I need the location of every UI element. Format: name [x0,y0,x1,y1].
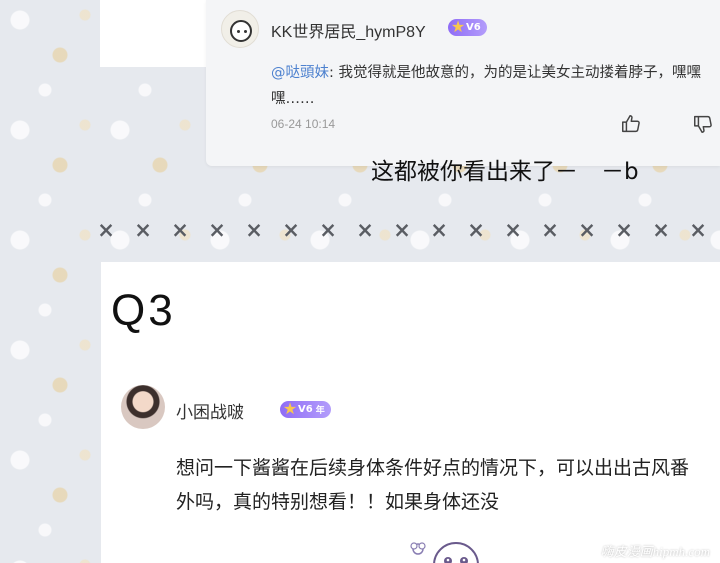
reply-body: : 我觉得就是他故意的，为的是让美女主动搂着脖子，嘿嘿嘿…… [271,65,701,107]
thumbs-up-icon[interactable] [620,113,642,135]
separator-mark: × [615,218,633,242]
separator-mark: × [541,218,559,242]
level-badge: ★ V6 [448,17,487,36]
avatar-face-icon [230,20,252,42]
mention-link[interactable]: @哒頭妹 [271,65,329,81]
separator-mark: × [208,218,226,242]
separator-row: × × × × × × × × × × × × × × × × × [96,218,720,242]
separator-mark: × [319,218,337,242]
eye-icon [237,30,240,33]
separator-mark: × [171,218,189,242]
separator-mark: × [282,218,300,242]
reply-comment-text: @哒頭妹: 我觉得就是他故意的，为的是让美女主动搂着脖子，嘿嘿嘿…… [271,60,711,112]
separator-mark: × [652,218,670,242]
question-user-avatar[interactable] [121,385,165,429]
year-tag: 年 [315,406,325,416]
separator-mark: × [689,218,707,242]
cartoon-sticker-icon [410,542,479,563]
separator-mark: × [97,218,115,242]
level-label: V6 [298,404,313,415]
site-watermark: 嗨皮漫画hipmh.com [600,544,710,559]
thumbs-down-icon[interactable] [692,113,714,135]
separator-mark: × [578,218,596,242]
user-avatar[interactable] [221,10,259,48]
comment-timestamp: 06-24 10:14 [271,117,336,131]
separator-mark: × [467,218,485,242]
question-comment-text: 想问一下酱酱在后续身体条件好点的情况下，可以出出古风番外吗，真的特别想看！！如果… [176,457,690,513]
author-caption: 这都被你看出来了－ －b [371,159,639,185]
star-icon: ★ [282,399,298,418]
separator-mark: × [504,218,522,242]
separator-mark: × [393,218,411,242]
separator-mark: × [245,218,263,242]
question-title: Q3 [111,286,176,335]
separator-mark: × [356,218,374,242]
eye-icon [244,30,247,33]
level-label: V6 [466,22,481,33]
question-username[interactable]: 小困战啵 [176,398,244,423]
reply-username[interactable]: KK世界居民_hymP8Y [271,18,426,42]
separator-mark: × [430,218,448,242]
level-badge: ★ V6 年 [280,399,331,418]
star-icon: ★ [450,17,466,36]
separator-mark: × [134,218,152,242]
